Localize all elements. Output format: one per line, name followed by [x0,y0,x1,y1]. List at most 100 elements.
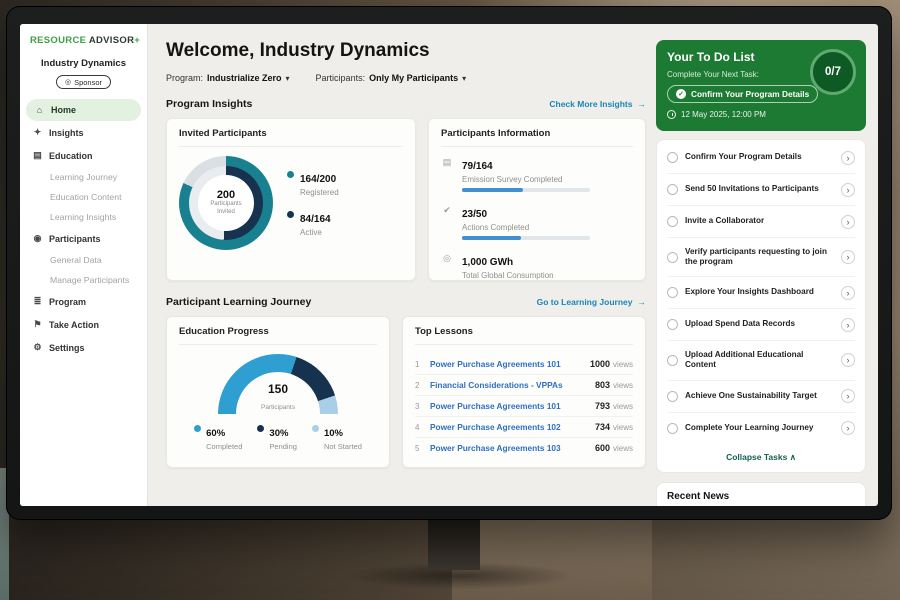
participants-filter-value: Only My Participants [369,73,458,83]
lesson-views: 793 [595,401,610,411]
lesson-views: 600 [595,443,610,453]
lesson-link[interactable]: Power Purchase Agreements 101 [430,359,590,369]
chevron-right-icon[interactable]: › [841,183,855,197]
donut-center-value: 200 [217,189,235,201]
task-row[interactable]: Invite a Collaborator › [667,206,855,238]
dashboard-screen: RESOURCE ADVISOR+ Industry Dynamics ◎ Sp… [20,24,878,506]
sidebar-item-program[interactable]: ≣ Program [20,290,147,313]
recent-news-card: Recent News [656,482,866,506]
go-to-learning-journey-link[interactable]: Go to Learning Journey → [537,297,646,307]
program-filter-value: Industrialize Zero [207,73,282,83]
section-title: Program Insights [166,98,252,110]
chevron-right-icon[interactable]: › [841,318,855,332]
lesson-link[interactable]: Power Purchase Agreements 102 [430,422,595,432]
chevron-down-icon: ▾ [286,74,290,83]
sidebar-item-learning-insights[interactable]: Learning Insights [20,207,147,227]
chevron-right-icon[interactable]: › [841,389,855,403]
chevron-right-icon[interactable]: › [841,250,855,264]
stat-label: Total Global Consumption [462,271,554,280]
top-lessons-card: Top Lessons 1 Power Purchase Agreements … [402,316,646,468]
consumption-icon: ◎ [441,252,453,280]
todo-column: Your To Do List 0/7 Complete Your Next T… [656,24,878,506]
legend-label: Not Started [324,442,362,451]
stat-value: 1,000 GWh [462,257,513,268]
next-task-label: Confirm Your Program Details [691,89,809,99]
sidebar-item-label: Manage Participants [50,275,129,285]
sidebar-item-label: Learning Insights [50,212,116,222]
sidebar-nav: ⌂ Home ✦ Insights ▤ Education Learning J… [20,99,147,359]
lesson-rank: 2 [415,381,430,390]
program-filter[interactable]: Program: Industrialize Zero ▾ [166,73,290,83]
task-checkbox[interactable] [667,423,678,434]
task-row[interactable]: Verify participants requesting to join t… [667,238,855,277]
sidebar-item-participants[interactable]: ◉ Participants [20,227,147,250]
chevron-right-icon[interactable]: › [841,421,855,435]
page-title: Welcome, Industry Dynamics [166,40,646,62]
actions-icon: ✔ [441,204,453,240]
legend-item-pending: 30% Pending [257,423,297,451]
task-checkbox[interactable] [667,216,678,227]
recent-news-title: Recent News [667,491,855,502]
sidebar-item-learning-journey[interactable]: Learning Journey [20,167,147,187]
sidebar-item-settings[interactable]: ⚙ Settings [20,336,147,359]
education-gauge-chart: 150 Participants [218,354,338,414]
task-checkbox[interactable] [667,319,678,330]
lesson-link[interactable]: Financial Considerations - VPPAs [430,380,595,390]
task-checkbox[interactable] [667,152,678,163]
task-checkbox[interactable] [667,252,678,263]
chevron-right-icon[interactable]: › [841,215,855,229]
task-row[interactable]: Complete Your Learning Journey › [667,413,855,444]
arrow-right-icon: → [638,99,647,109]
task-row[interactable]: Achieve One Sustainability Target › [667,381,855,413]
task-list-card: Confirm Your Program Details › Send 50 I… [656,139,866,473]
task-label: Send 50 Invitations to Participants [685,184,834,195]
sidebar-item-take-action[interactable]: ⚑ Take Action [20,313,147,336]
app-logo: RESOURCE ADVISOR+ [20,35,147,46]
legend-label: Pending [269,442,297,451]
due-date: 12 May 2025, 12:00 PM [681,110,766,119]
sidebar-item-education[interactable]: ▤ Education [20,144,147,167]
link-label: Go to Learning Journey [537,297,633,307]
task-checkbox[interactable] [667,287,678,298]
legend-value: 10% [324,428,343,439]
sidebar-item-home[interactable]: ⌂ Home [26,99,141,121]
participants-filter[interactable]: Participants: Only My Participants ▾ [316,73,467,83]
task-row[interactable]: Explore Your Insights Dashboard › [667,277,855,309]
legend-value: 60% [206,428,225,439]
task-row[interactable]: Upload Additional Educational Content › [667,341,855,380]
check-more-insights-link[interactable]: Check More Insights → [549,99,646,109]
sidebar-item-manage-participants[interactable]: Manage Participants [20,270,147,290]
task-row[interactable]: Send 50 Invitations to Participants › [667,174,855,206]
chevron-right-icon[interactable]: › [841,151,855,165]
sidebar-item-label: Participants [49,234,101,244]
sidebar-item-education-content[interactable]: Education Content [20,187,147,207]
sidebar-item-label: General Data [50,255,102,265]
lesson-link[interactable]: Power Purchase Agreements 103 [430,443,595,453]
lesson-views: 803 [595,380,610,390]
lesson-row: 5 Power Purchase Agreements 103 600views [415,438,633,458]
task-row[interactable]: Upload Spend Data Records › [667,309,855,341]
sidebar-item-general-data[interactable]: General Data [20,250,147,270]
next-task-pill[interactable]: ✓ Confirm Your Program Details [667,85,818,103]
sidebar-item-insights[interactable]: ✦ Insights [20,121,147,144]
lesson-link[interactable]: Power Purchase Agreements 101 [430,401,595,411]
task-row[interactable]: Confirm Your Program Details › [667,142,855,174]
task-label: Confirm Your Program Details [685,152,834,163]
task-checkbox[interactable] [667,184,678,195]
chevron-right-icon[interactable]: › [841,353,855,367]
sidebar-item-label: Program [49,297,86,307]
gauge-center-label: Participants [261,404,295,411]
card-title: Invited Participants [179,119,403,147]
collapse-tasks-link[interactable]: Collapse Tasks ∧ [667,444,855,468]
legend-dot-teal [287,171,294,178]
lesson-rank: 3 [415,402,430,411]
task-checkbox[interactable] [667,391,678,402]
sidebar-item-label: Learning Journey [50,172,117,182]
task-label: Achieve One Sustainability Target [685,391,834,402]
logo-advisor: ADVISOR [89,35,134,46]
chevron-right-icon[interactable]: › [841,286,855,300]
task-checkbox[interactable] [667,355,678,366]
task-label: Upload Spend Data Records [685,319,834,330]
take-action-icon: ⚑ [32,319,43,330]
legend-label: Active [300,228,331,237]
